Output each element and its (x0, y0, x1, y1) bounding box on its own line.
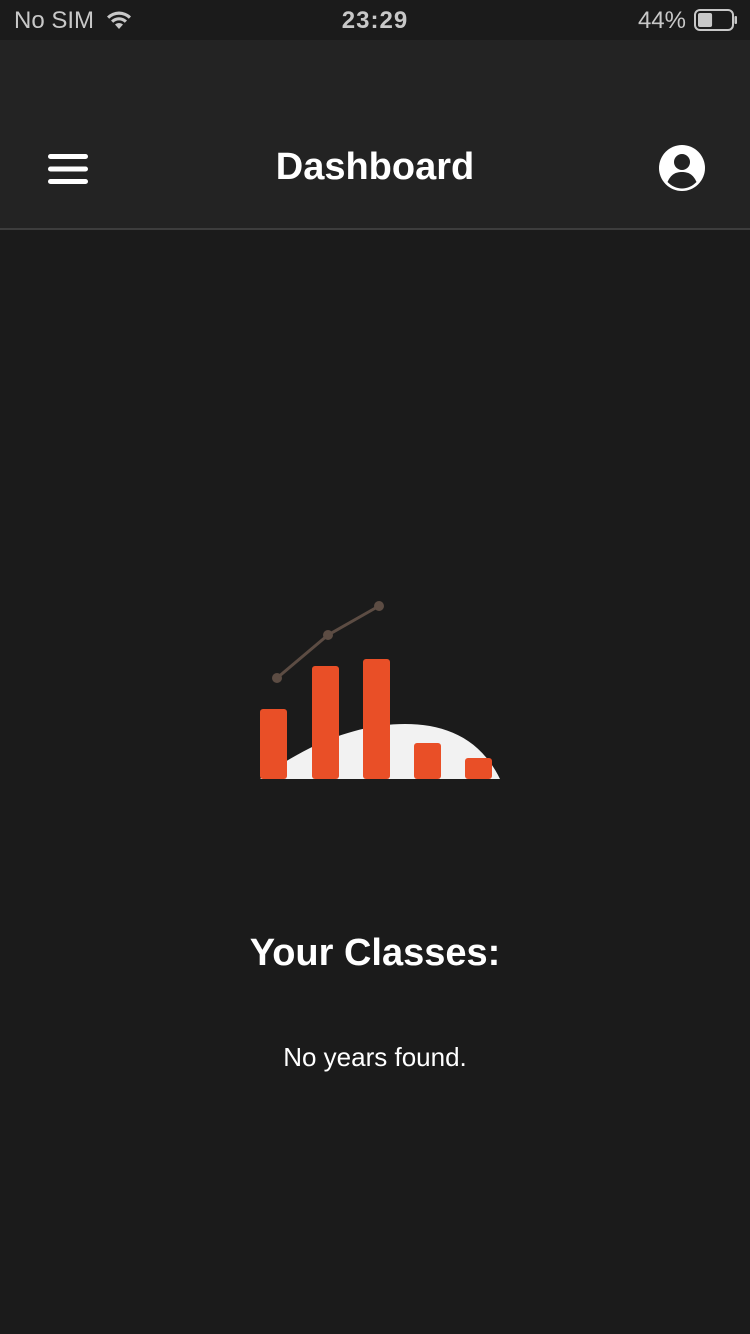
battery-percent: 44% (637, 7, 686, 34)
empty-state-message: No years found. (283, 1042, 467, 1072)
empty-chart-illustration (260, 601, 500, 779)
trend-point (374, 601, 384, 611)
user-circle-icon[interactable] (658, 144, 706, 192)
trend-point (323, 630, 333, 640)
bar (414, 743, 441, 779)
section-title: Your Classes: (249, 932, 501, 974)
bar (312, 666, 339, 779)
bar (363, 659, 390, 779)
page-title: Dashboard (275, 146, 475, 188)
battery-icon (694, 9, 737, 31)
status-bar: No SIM 23:29 44% (0, 0, 750, 40)
bar (465, 758, 492, 779)
bar (260, 709, 287, 779)
app-header: Dashboard (0, 40, 750, 230)
trend-point (272, 673, 282, 683)
